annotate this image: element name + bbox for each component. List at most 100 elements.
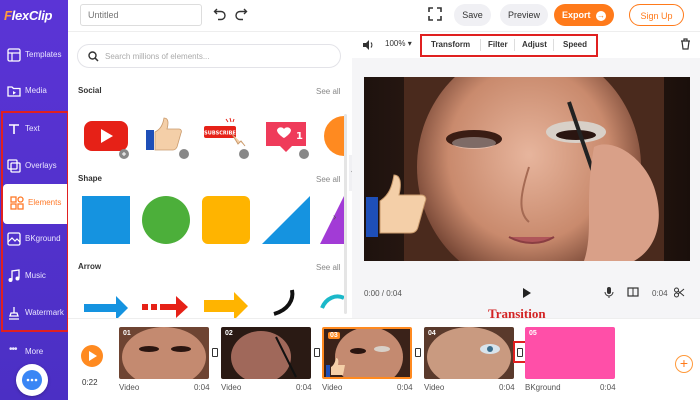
transform-button[interactable]: Transform (431, 40, 470, 49)
partial-arrow-element[interactable] (320, 288, 344, 318)
sidebar-item-media[interactable]: Media (0, 72, 68, 112)
sidebar-item-watermark[interactable]: Watermark (0, 294, 68, 334)
clip-duration-label: 0:04 (397, 383, 413, 392)
see-all-social-link[interactable]: See all (316, 87, 340, 96)
undo-icon[interactable] (213, 7, 227, 21)
sidebar-item-bkground[interactable]: BKground (0, 220, 68, 260)
arrow-right-icon: → (596, 10, 607, 21)
youtube-element[interactable] (82, 112, 130, 160)
watermark-icon (9, 307, 19, 320)
arrow-element-red[interactable] (142, 288, 190, 318)
text-icon (9, 124, 19, 134)
scissors-icon[interactable] (674, 287, 685, 298)
search-box[interactable]: Search millions of elements... (77, 44, 341, 68)
arrow-right-blue-icon (84, 296, 128, 318)
timeline-clip[interactable]: 01 (119, 327, 209, 379)
see-all-shape-link[interactable]: See all (316, 175, 340, 184)
clip-number: 03 (328, 332, 340, 339)
toolbar-divider (480, 39, 481, 51)
video-frame-image (364, 77, 690, 261)
youtube-icon (84, 121, 129, 159)
toolbar-divider (514, 39, 515, 51)
like-heart-element[interactable]: 1 (262, 112, 310, 160)
transition-handle[interactable] (415, 348, 421, 357)
play-icon[interactable] (522, 287, 532, 299)
toolbar-divider (553, 39, 554, 51)
preview-button[interactable]: Preview (500, 4, 548, 26)
sidebar-item-overlays[interactable]: Overlays (0, 147, 68, 187)
square-shape[interactable] (82, 196, 130, 244)
timeline-clip-selected[interactable]: 03 (322, 327, 412, 379)
partial-shape-element[interactable] (320, 196, 344, 244)
flexclip-logo[interactable]: FlexClip (4, 8, 66, 28)
sidebar-item-elements[interactable]: Elements (3, 184, 68, 224)
timeline: 0:22 01 Video 0:04 02 Video 0:04 03 Vide… (68, 318, 700, 400)
fullscreen-icon[interactable] (428, 7, 442, 21)
sidebar-item-templates[interactable]: Templates (0, 36, 68, 76)
arrow-element-black[interactable] (262, 288, 310, 318)
redo-icon[interactable] (234, 7, 248, 21)
transition-handle[interactable] (212, 348, 218, 357)
svg-text:1: 1 (296, 131, 303, 142)
chat-button[interactable] (16, 364, 48, 396)
arrow-element-blue[interactable] (82, 288, 130, 318)
zoom-select[interactable]: 100% ▾ (385, 39, 412, 48)
export-button[interactable]: Export → (554, 4, 614, 26)
teal-arrow-icon (320, 294, 344, 309)
clip-duration: 0:04 (652, 289, 668, 298)
project-title-input[interactable] (80, 4, 202, 26)
circle-shape[interactable] (142, 196, 190, 244)
clip-type-label: Video (119, 383, 140, 392)
filter-button[interactable]: Filter (488, 40, 508, 49)
timeline-clip[interactable]: 04 (424, 327, 514, 379)
overlays-icon (7, 159, 21, 173)
sidebar-item-label: Media (25, 86, 47, 95)
search-icon (88, 51, 99, 62)
arrow-right-yellow-icon (204, 292, 248, 318)
subtitle-icon[interactable] (627, 287, 639, 298)
partial-social-element[interactable] (320, 112, 344, 160)
adjust-button[interactable]: Adjust (522, 40, 547, 49)
timeline-total-time: 0:22 (82, 378, 98, 387)
timeline-play-button[interactable] (81, 345, 103, 367)
chevron-right-icon[interactable]: › (333, 212, 336, 223)
subscribe-element[interactable]: SUBSCRIBE (202, 112, 250, 160)
timeline-clip[interactable]: 02 (221, 327, 311, 379)
triangle-shape[interactable] (262, 196, 310, 244)
sidebar-item-label: Music (25, 271, 46, 280)
sidebar-more-button[interactable]: ••• More (0, 341, 68, 361)
clip-thumbnail (424, 327, 514, 379)
trash-icon[interactable] (680, 38, 691, 50)
clip-type-label: BKground (525, 383, 561, 392)
search-input[interactable]: Search millions of elements... (105, 52, 210, 61)
preview-area: 100% ▾ Transform Filter Adjust Speed 0:0… (352, 32, 700, 318)
thumbs-up-element[interactable] (142, 112, 190, 160)
arrow-element-yellow[interactable] (202, 288, 250, 318)
clip-duration-label: 0:04 (499, 383, 515, 392)
panel-scrollbar[interactable] (344, 114, 347, 314)
video-canvas[interactable] (364, 77, 690, 261)
speed-button[interactable]: Speed (563, 40, 587, 49)
rounded-square-shape[interactable] (202, 196, 250, 244)
add-clip-button[interactable]: + (675, 355, 693, 373)
plus-icon: + (679, 355, 689, 371)
section-title-social: Social (78, 86, 102, 95)
clip-type-label: Video (221, 383, 242, 392)
clip-number: 01 (123, 330, 131, 337)
sidebar-item-label: Templates (25, 50, 62, 59)
sidebar-item-text[interactable]: Text (0, 110, 68, 150)
chat-icon (22, 370, 42, 390)
clip-type-label: Video (322, 383, 343, 392)
playback-time: 0:00 / 0:04 (364, 289, 402, 298)
sign-up-button[interactable]: Sign Up (629, 4, 684, 26)
sidebar-item-music[interactable]: Music (0, 257, 68, 297)
microphone-icon[interactable] (604, 286, 614, 299)
transition-handle[interactable] (314, 348, 320, 357)
see-all-arrow-link[interactable]: See all (316, 263, 340, 272)
save-button[interactable]: Save (454, 4, 491, 26)
clip-duration-label: 0:04 (296, 383, 312, 392)
volume-icon[interactable] (362, 39, 374, 51)
timeline-clip-background[interactable]: 05 (525, 327, 615, 379)
circle-shape-icon (142, 196, 190, 244)
section-title-arrow: Arrow (78, 262, 102, 271)
